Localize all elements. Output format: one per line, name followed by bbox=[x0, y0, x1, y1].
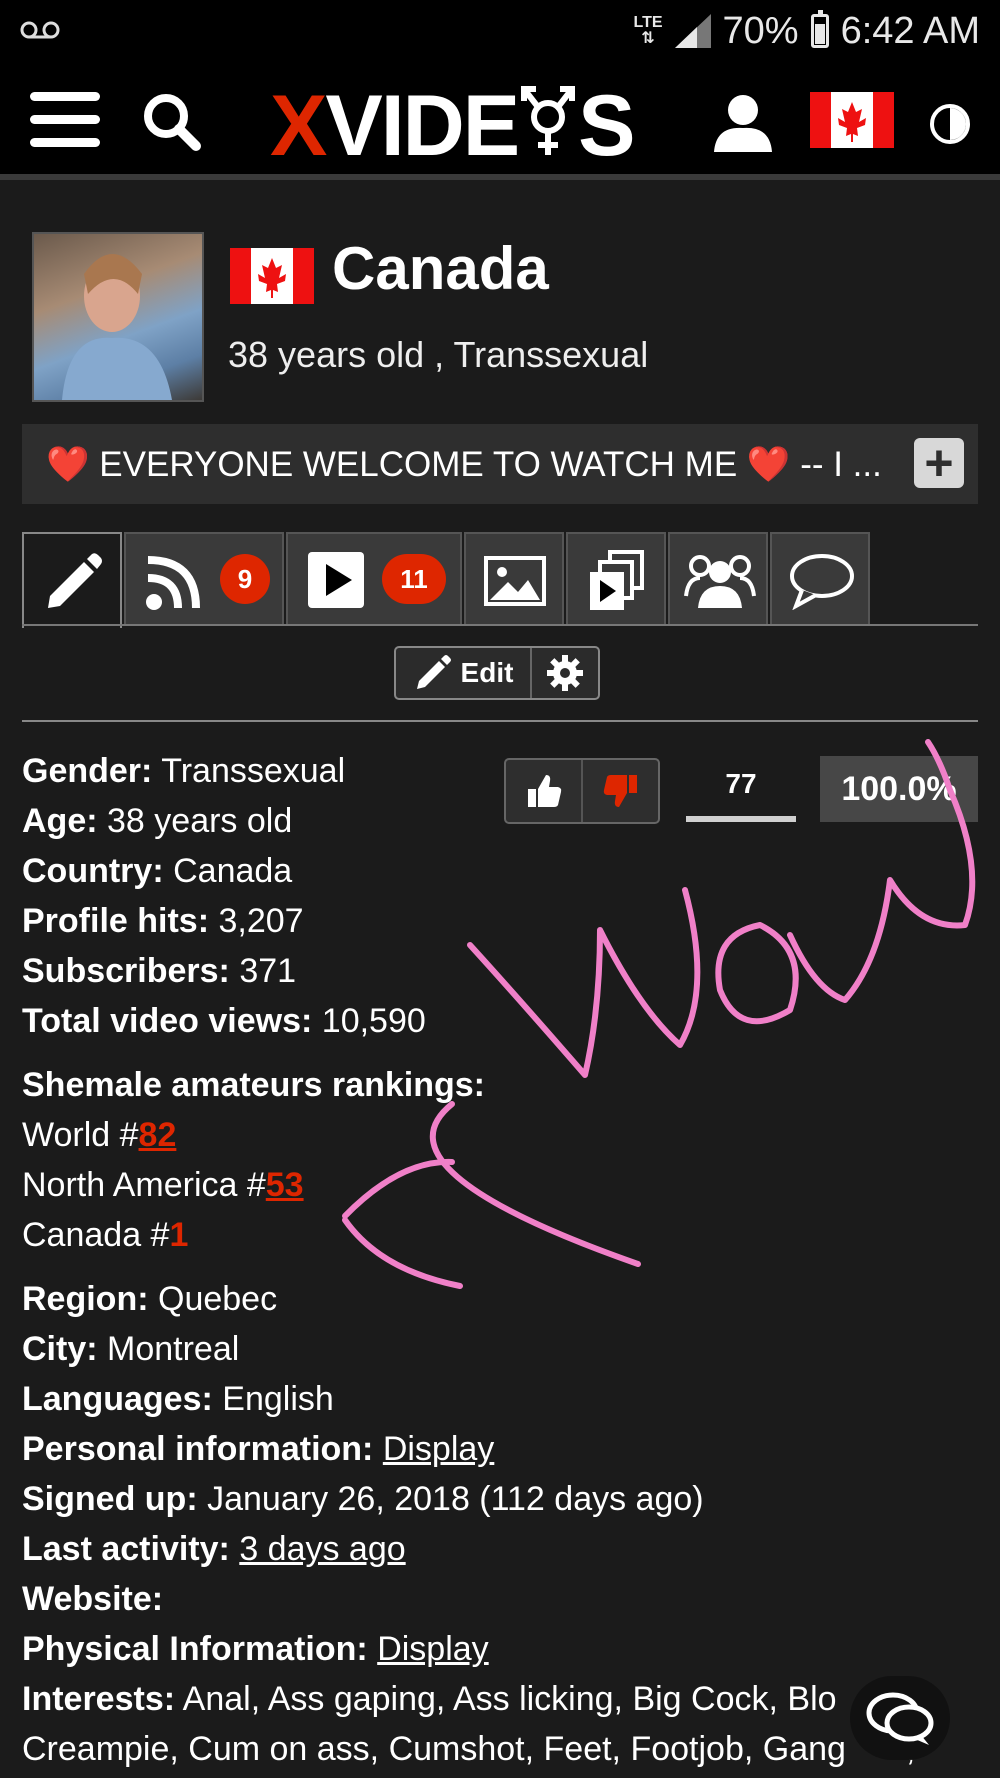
ranking-canada: Canada #1 bbox=[22, 1216, 189, 1254]
personal-info-display-link[interactable]: Display bbox=[383, 1430, 494, 1468]
section-divider bbox=[22, 720, 978, 722]
site-header: XVIDE S bbox=[0, 62, 1000, 180]
floating-chat-button[interactable] bbox=[850, 1676, 950, 1760]
profile-bio[interactable]: ❤️ EVERYONE WELCOME TO WATCH ME ❤️ -- I … bbox=[22, 424, 978, 504]
detail-website: Website: bbox=[22, 1580, 164, 1618]
vote-count: 77 bbox=[725, 768, 757, 799]
detail-signed-up: Signed up: January 26, 2018 (112 days ag… bbox=[22, 1480, 704, 1518]
site-logo[interactable]: XVIDE S bbox=[270, 76, 635, 176]
search-icon[interactable] bbox=[140, 90, 204, 154]
network-type: LTE ⇅ bbox=[633, 14, 663, 47]
pencil-icon bbox=[416, 655, 451, 689]
image-icon bbox=[484, 556, 546, 606]
detail-profile-hits: Profile hits: 3,207 bbox=[22, 902, 304, 940]
last-activity-link[interactable]: 3 days ago bbox=[239, 1530, 405, 1568]
detail-personal-info: Personal information: Display bbox=[22, 1430, 495, 1468]
detail-physical-info: Physical Information: Display bbox=[22, 1630, 489, 1668]
playlist-icon bbox=[590, 550, 644, 610]
ranking-world: World #82 bbox=[22, 1116, 177, 1154]
detail-city: City: Montreal bbox=[22, 1330, 240, 1368]
settings-button[interactable] bbox=[532, 648, 598, 698]
voicemail-icon bbox=[20, 14, 60, 48]
vote-buttons bbox=[504, 758, 660, 824]
chat-bubble-icon bbox=[790, 554, 854, 610]
friends-icon bbox=[684, 555, 756, 608]
detail-languages: Languages: English bbox=[22, 1380, 334, 1418]
play-icon bbox=[308, 552, 364, 608]
gear-icon bbox=[547, 655, 583, 691]
detail-gender: Gender: Transsexual bbox=[22, 752, 346, 790]
battery-percent: 70% bbox=[722, 9, 799, 52]
world-rank-link[interactable]: 82 bbox=[139, 1116, 177, 1154]
thumbs-down-icon bbox=[603, 775, 637, 807]
upvote-button[interactable] bbox=[506, 760, 583, 822]
expand-bio-button[interactable]: + bbox=[914, 438, 964, 488]
signal-icon bbox=[674, 14, 711, 48]
downvote-button[interactable] bbox=[583, 760, 658, 822]
clock: 6:42 AM bbox=[840, 9, 980, 52]
profile-tabs: 9 11 bbox=[22, 530, 978, 628]
tab-friends[interactable] bbox=[668, 532, 768, 624]
videos-count-badge: 11 bbox=[382, 554, 446, 604]
detail-interests-cont: Creampie, Cum on ass, Cumshot, Feet, Foo… bbox=[22, 1730, 915, 1768]
contrast-toggle-icon[interactable] bbox=[930, 104, 970, 144]
detail-subscribers: Subscribers: 371 bbox=[22, 952, 297, 990]
detail-last-activity: Last activity: 3 days ago bbox=[22, 1530, 406, 1568]
physical-info-display-link[interactable]: Display bbox=[377, 1630, 488, 1668]
rss-icon bbox=[146, 556, 200, 610]
tab-videos[interactable]: 11 bbox=[286, 532, 462, 624]
gender-symbol-icon bbox=[521, 86, 576, 155]
tab-messages[interactable] bbox=[770, 532, 870, 624]
edit-button-group: Edit bbox=[394, 646, 600, 700]
ranking-north-america: North America #53 bbox=[22, 1166, 304, 1204]
feed-count-badge: 9 bbox=[220, 554, 270, 604]
status-bar: LTE ⇅ 70% 6:42 AM bbox=[0, 0, 1000, 62]
user-account-icon[interactable] bbox=[712, 92, 774, 154]
profile-subtitle: 38 years old , Transsexual bbox=[228, 334, 649, 375]
canada-rank: 1 bbox=[169, 1216, 189, 1254]
detail-country: Country: Canada bbox=[22, 852, 293, 890]
detail-interests: Interests: Anal, Ass gaping, Ass licking… bbox=[22, 1680, 926, 1718]
detail-region: Region: Quebec bbox=[22, 1280, 278, 1318]
profile-avatar[interactable] bbox=[32, 232, 204, 402]
rating-percent: 100.0% bbox=[820, 756, 978, 822]
tab-photos[interactable] bbox=[464, 532, 564, 624]
detail-age: Age: 38 years old bbox=[22, 802, 293, 840]
vote-ratio-bar bbox=[686, 816, 796, 822]
battery-icon bbox=[810, 10, 829, 48]
country-flag-icon bbox=[230, 248, 314, 304]
rankings-heading: Shemale amateurs rankings: bbox=[22, 1066, 485, 1104]
thumbs-up-icon bbox=[527, 775, 561, 807]
bio-text: ❤️ EVERYONE WELCOME TO WATCH ME ❤️ -- I … bbox=[46, 444, 882, 484]
tab-playlists[interactable] bbox=[566, 532, 666, 624]
detail-total-views: Total video views: 10,590 bbox=[22, 1002, 426, 1040]
edit-profile-button[interactable]: Edit bbox=[396, 648, 532, 698]
north-america-rank-link[interactable]: 53 bbox=[266, 1166, 304, 1204]
tab-about[interactable] bbox=[22, 532, 122, 628]
canada-flag-icon[interactable] bbox=[810, 92, 894, 148]
tab-feed[interactable]: 9 bbox=[124, 532, 284, 624]
chat-icon bbox=[866, 1692, 934, 1745]
menu-icon[interactable] bbox=[30, 92, 100, 150]
pencil-icon bbox=[48, 553, 102, 608]
profile-name: Canada bbox=[332, 235, 549, 302]
